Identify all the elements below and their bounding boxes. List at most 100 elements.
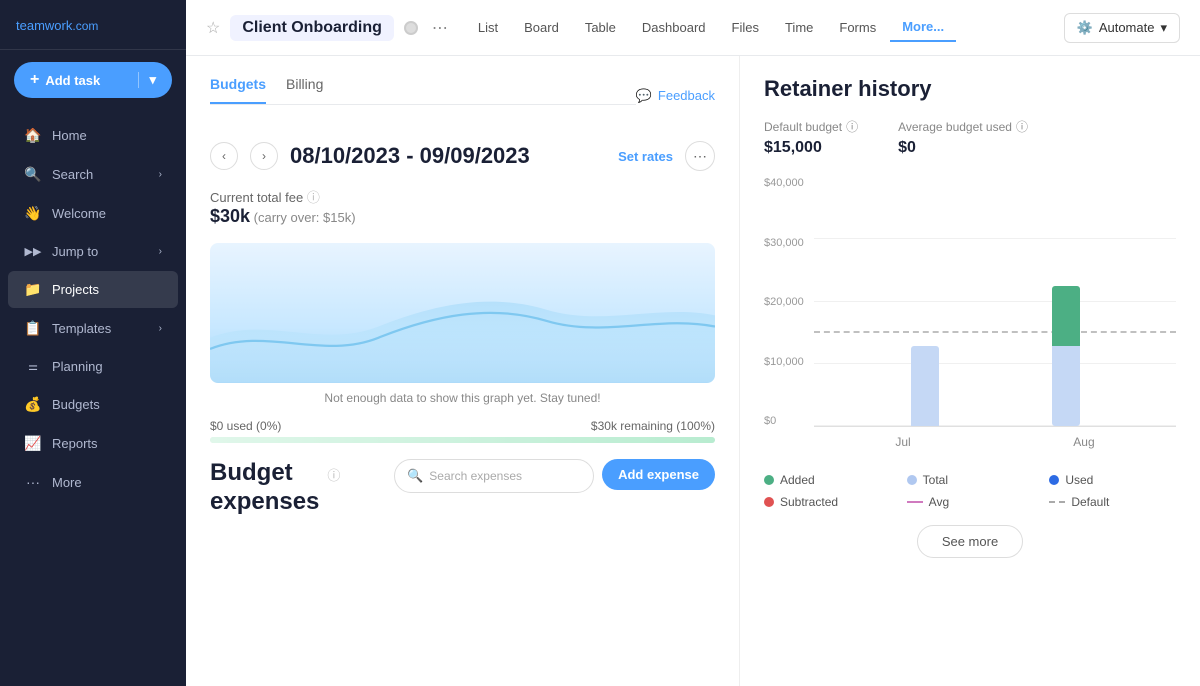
feedback-button[interactable]: 💬 Feedback (636, 88, 715, 114)
templates-icon: 📋 (24, 320, 42, 337)
more-options-icon[interactable]: ⋯ (428, 14, 452, 42)
chart-area (814, 177, 1176, 427)
set-rates-button[interactable]: Set rates (618, 149, 673, 164)
budget-remaining-label: $30k remaining (100%) (591, 419, 715, 433)
status-circle (404, 21, 418, 35)
legend-used: Used (1049, 473, 1176, 487)
sub-tabs: Budgets Billing (210, 76, 636, 105)
budgets-icon: 💰 (24, 396, 42, 413)
tab-files[interactable]: Files (720, 14, 771, 41)
welcome-icon: 👋 (24, 205, 42, 222)
fee-info: Current total fee ⓘ $30k (carry over: $1… (210, 187, 715, 227)
add-task-label: Add task (45, 73, 100, 88)
chart-y-labels: $40,000 $30,000 $20,000 $10,000 $0 (764, 177, 804, 427)
legend-avg: Avg (907, 495, 1034, 509)
automate-button[interactable]: ⚙️ Automate ▾ (1064, 13, 1180, 43)
y-label-30k: $30,000 (764, 237, 804, 249)
project-name[interactable]: Client Onboarding (230, 15, 394, 41)
sub-tab-billing[interactable]: Billing (286, 76, 323, 104)
legend-total: Total (907, 473, 1034, 487)
avg-budget-value: $0 (898, 139, 1028, 157)
topbar-right: ⚙️ Automate ▾ (1064, 13, 1180, 43)
add-expense-button[interactable]: Add expense (602, 459, 715, 490)
sidebar-item-label: Templates (52, 321, 111, 336)
fee-amount: $30k (210, 206, 250, 226)
default-budget-stat: Default budget ⓘ $15,000 (764, 118, 858, 157)
legend-dot-subtracted (764, 497, 774, 507)
tab-dashboard[interactable]: Dashboard (630, 14, 718, 41)
date-range: 08/10/2023 - 09/09/2023 (290, 143, 530, 169)
logo-text: teamwork (16, 18, 72, 33)
tab-more[interactable]: More... (890, 13, 956, 42)
tab-table[interactable]: Table (573, 14, 628, 41)
search-expenses-input[interactable]: 🔍 Search expenses (394, 459, 594, 493)
bar-jul-total (911, 346, 939, 426)
add-task-dropdown[interactable]: ▾ (138, 72, 156, 88)
sub-tab-budgets[interactable]: Budgets (210, 76, 266, 104)
budget-expenses-title: Budgetexpenses (210, 459, 319, 517)
sidebar-item-budgets[interactable]: 💰 Budgets (8, 386, 178, 423)
reports-icon: 📈 (24, 435, 42, 452)
next-date-button[interactable]: › (250, 142, 278, 170)
current-total-fee-label: Current total fee (210, 190, 303, 205)
chevron-icon: › (159, 246, 162, 257)
avg-budget-label: Average budget used ⓘ (898, 118, 1028, 135)
budget-chart (210, 243, 715, 383)
chevron-icon: › (159, 323, 162, 334)
legend-label-used: Used (1065, 473, 1093, 487)
expenses-info-icon[interactable]: ⓘ (327, 465, 340, 484)
top-navigation-tabs: List Board Table Dashboard Files Time Fo… (466, 13, 956, 42)
logo: teamwork.com (0, 0, 186, 50)
sidebar-item-reports[interactable]: 📈 Reports (8, 425, 178, 462)
legend-dot-used (1049, 475, 1059, 485)
info-icon[interactable]: ⓘ (1016, 118, 1028, 135)
chart-legend: Added Total Used Subtracted Avg (764, 473, 1176, 509)
sidebar-item-label: Reports (52, 436, 98, 451)
sidebar-item-label: More (52, 475, 82, 490)
sidebar-item-jump-to[interactable]: ▶▶ Jump to › (8, 234, 178, 269)
y-label-20k: $20,000 (764, 296, 804, 308)
feedback-icon: 💬 (636, 88, 652, 104)
tab-time[interactable]: Time (773, 14, 825, 41)
sidebar-item-welcome[interactable]: 👋 Welcome (8, 195, 178, 232)
y-label-10k: $10,000 (764, 356, 804, 368)
chart-svg (210, 248, 715, 383)
info-icon[interactable]: ⓘ (307, 190, 320, 205)
logo-suffix: .com (72, 19, 98, 33)
sidebar-item-label: Budgets (52, 397, 100, 412)
legend-label-default: Default (1071, 495, 1109, 509)
tab-list[interactable]: List (466, 14, 510, 41)
bars-container (814, 177, 1176, 426)
tab-board[interactable]: Board (512, 14, 571, 41)
options-button[interactable]: ⋯ (685, 141, 715, 171)
sidebar-item-search[interactable]: 🔍 Search › (8, 156, 178, 193)
star-icon[interactable]: ☆ (206, 18, 220, 38)
prev-date-button[interactable]: ‹ (210, 142, 238, 170)
legend-label-subtracted: Subtracted (780, 495, 838, 509)
legend-dash-default (1049, 501, 1065, 503)
sidebar-item-home[interactable]: 🏠 Home (8, 117, 178, 154)
content-area: Budgets Billing 💬 Feedback ‹ › 08/10/202… (186, 56, 1200, 686)
left-panel: Budgets Billing 💬 Feedback ‹ › 08/10/202… (186, 56, 740, 686)
x-label-jul: Jul (895, 435, 910, 449)
sidebar-item-label: Jump to (52, 244, 98, 259)
automate-label: Automate (1099, 20, 1155, 35)
see-more-button[interactable]: See more (917, 525, 1023, 558)
automate-chevron-icon: ▾ (1160, 20, 1167, 36)
budget-bar-track (210, 437, 715, 443)
info-icon[interactable]: ⓘ (846, 118, 858, 135)
more-icon: ··· (24, 474, 42, 490)
sidebar-item-more[interactable]: ··· More (8, 464, 178, 500)
sidebar-item-templates[interactable]: 📋 Templates › (8, 310, 178, 347)
sidebar-item-projects[interactable]: 📁 Projects (8, 271, 178, 308)
topbar: ☆ Client Onboarding ⋯ List Board Table D… (186, 0, 1200, 56)
jump-icon: ▶▶ (24, 245, 42, 258)
tab-forms[interactable]: Forms (827, 14, 888, 41)
legend-default: Default (1049, 495, 1176, 509)
sidebar-item-planning[interactable]: ⚌ Planning (8, 349, 178, 384)
planning-icon: ⚌ (24, 360, 42, 373)
add-task-button[interactable]: + Add task ▾ (14, 62, 172, 98)
projects-icon: 📁 (24, 281, 42, 298)
date-navigator: ‹ › 08/10/2023 - 09/09/2023 Set rates ⋯ (210, 141, 715, 171)
bar-group-jul (911, 346, 939, 426)
